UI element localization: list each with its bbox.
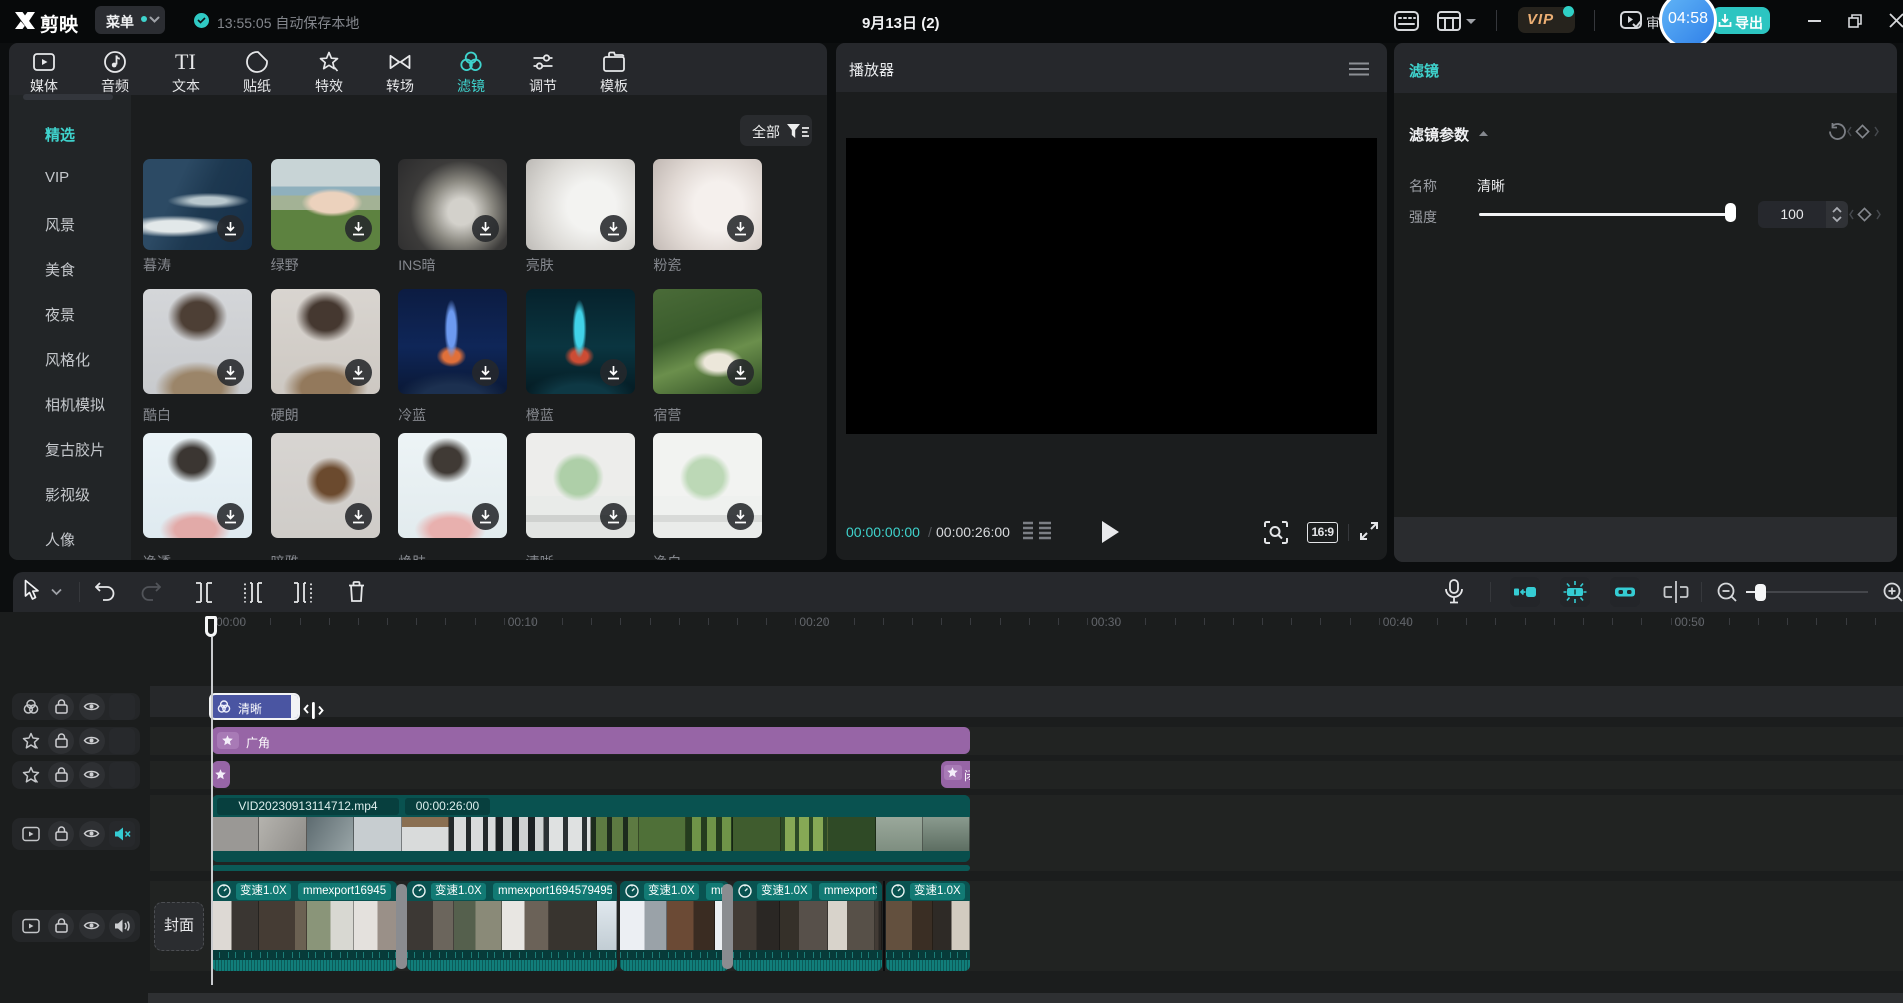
svg-text:TI: TI [175,50,196,74]
